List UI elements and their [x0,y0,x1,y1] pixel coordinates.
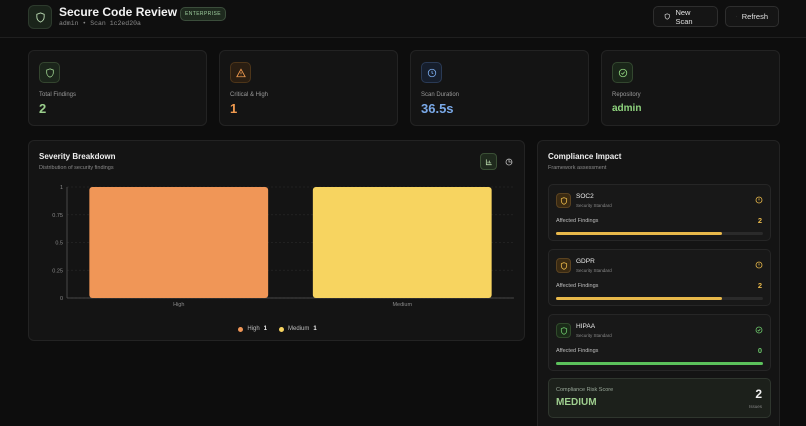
legend-item-medium: Medium 1 [279,326,317,332]
stat-value: admin [612,103,642,114]
y-tick-label: 0.5 [55,241,63,247]
shield-icon [35,11,45,23]
framework-icon-box [556,323,571,338]
clock-icon [427,68,436,77]
warning-icon [235,67,246,77]
scan-subtitle: admin • Scan 1c2ed20a [59,20,141,27]
affected-findings-label: Affected Findings [556,283,599,289]
legend-value: 1 [263,326,267,332]
framework-name: SOC2 [576,193,594,200]
risk-level: MEDIUM [556,397,597,408]
stat-icon-box [230,62,251,83]
compliance-panel: Compliance Impact Framework assessment S… [537,140,780,426]
framework-progress-track [556,297,763,300]
framework-progress-fill [556,362,763,365]
framework-card-gdpr[interactable]: GDPR Security Standard Affected Findings… [548,249,771,306]
legend-dot [238,326,244,332]
stat-icon-box [612,62,633,83]
x-tick-label: High [173,302,184,308]
check-circle-icon [618,68,627,77]
stat-card-scan-duration: Scan Duration 36.5s [410,50,589,126]
framework-progress-track [556,362,763,365]
stat-label: Total Findings [39,92,77,98]
framework-progress-track [556,232,763,235]
x-tick-label: Medium [392,302,412,308]
risk-issue-unit: Issues [748,404,762,409]
affected-findings-label: Affected Findings [556,218,599,224]
refresh-button[interactable]: Refresh [725,6,779,27]
framework-icon-box [556,193,571,208]
framework-type: Security Standard [576,268,612,273]
y-tick-label: 0.25 [52,268,63,274]
framework-card-hipaa[interactable]: HIPAA Security Standard Affected Finding… [548,314,771,371]
y-tick-label: 1 [60,185,63,191]
legend-dot [279,326,284,332]
new-scan-label: New Scan [675,7,693,26]
affected-findings-label: Affected Findings [556,348,599,354]
framework-type: Security Standard [576,333,612,338]
severity-bar-chart: 0 0.25 0.5 0.75 1 High Medium [52,185,514,308]
framework-icon-box [556,258,571,273]
app-title: Secure Code Review AI [59,5,192,19]
check-circle-icon [755,326,763,334]
shield-icon [560,261,567,270]
legend-label: High [247,326,260,332]
stat-icon-box [421,62,442,83]
stat-value: 1 [230,101,238,116]
framework-name: HIPAA [576,323,596,330]
stat-value: 36.5s [421,101,454,116]
framework-name: GDPR [576,258,595,265]
refresh-icon [736,16,737,17]
framework-type: Security Standard [576,203,612,208]
shield-icon [560,196,567,205]
compliance-title: Compliance Impact [548,152,622,161]
compliance-subtitle: Framework assessment [548,165,607,171]
legend-label: Medium [288,326,310,332]
bar-high [89,187,269,298]
new-scan-button[interactable]: New Scan [653,6,718,27]
warning-circle-icon [755,261,763,269]
legend-value: 1 [313,326,317,332]
stat-label: Repository [612,92,641,98]
affected-findings-count: 2 [757,281,762,290]
enterprise-badge: ENTERPRISE [180,7,226,21]
stat-label: Scan Duration [421,92,460,98]
risk-score-label: Compliance Risk Score [556,387,614,393]
legend-item-high: High 1 [238,326,267,332]
chart-legend: High 1 Medium 1 [29,326,526,332]
risk-issue-count: 2 [755,387,762,401]
stat-icon-box [39,62,60,83]
stat-value: 2 [39,101,47,116]
shield-icon [45,67,54,78]
shield-icon [560,326,567,335]
y-tick-label: 0.75 [52,213,63,219]
y-tick-label: 0 [60,296,63,302]
affected-findings-count: 2 [757,216,762,225]
app-header: Secure Code Review AI ENTERPRISE admin •… [0,0,806,38]
stat-card-critical-high: Critical & High 1 [219,50,398,126]
refresh-label: Refresh [741,12,768,21]
stat-card-repository: Repository admin [601,50,780,126]
severity-panel: Severity Breakdown Distribution of secur… [28,140,525,341]
framework-progress-fill [556,232,722,235]
framework-card-soc2[interactable]: SOC2 Security Standard Affected Findings… [548,184,771,241]
compliance-risk-score: Compliance Risk Score MEDIUM 2 Issues [548,378,771,418]
stat-label: Critical & High [230,92,269,98]
bar-medium [312,187,492,298]
warning-circle-icon [755,196,763,204]
stat-card-total-findings: Total Findings 2 [28,50,207,126]
app-logo [28,5,52,29]
shield-icon [664,13,670,20]
framework-progress-fill [556,297,722,300]
affected-findings-count: 0 [757,346,762,355]
